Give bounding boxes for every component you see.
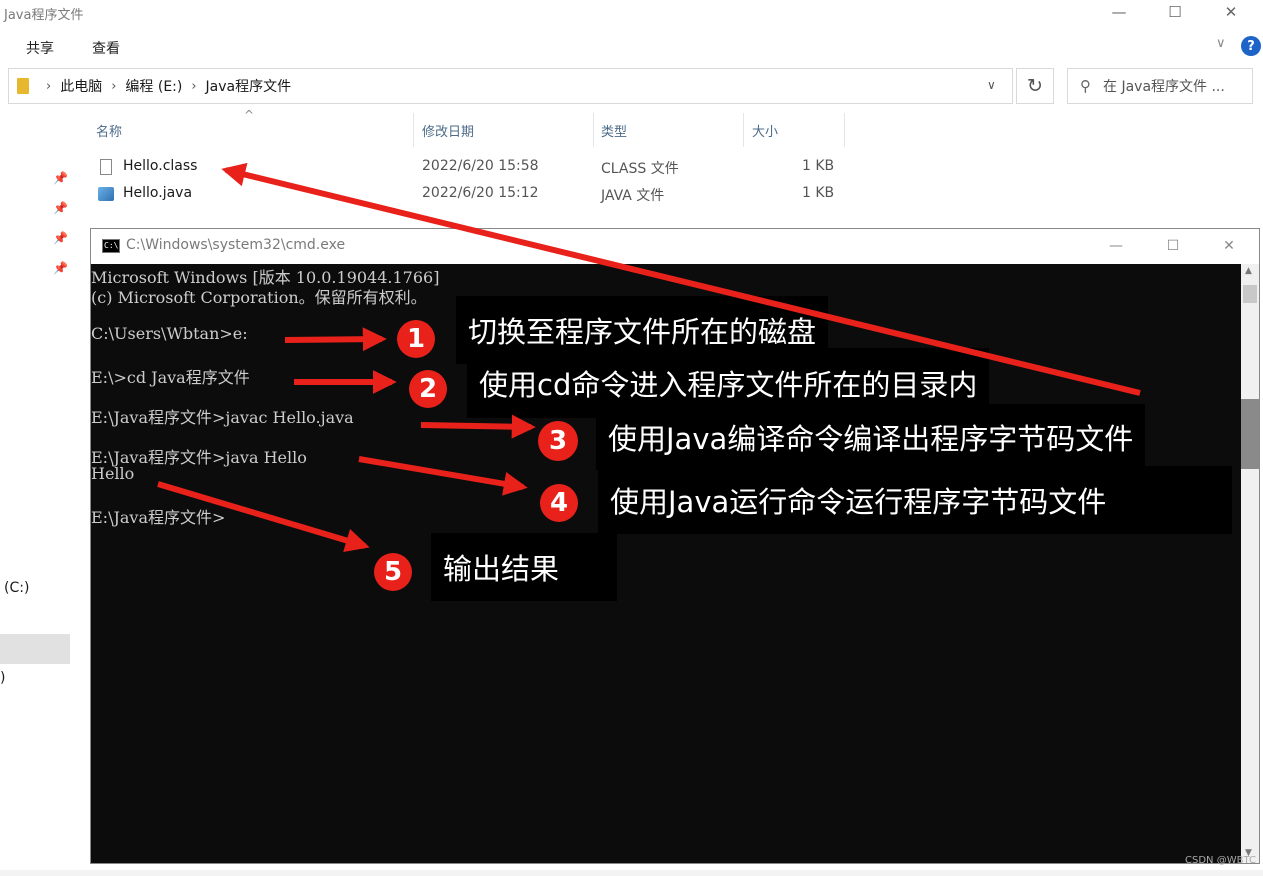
arrow-step-1 xyxy=(284,327,387,352)
taskbar-edge xyxy=(0,870,1263,876)
arrow-step-4 xyxy=(358,456,528,496)
step-badge-5: 5 xyxy=(374,553,412,591)
step-badge-2: 2 xyxy=(409,370,447,408)
arrow-step-3 xyxy=(420,414,536,439)
step-badge-4: 4 xyxy=(540,484,578,522)
arrow-step-5 xyxy=(157,481,370,552)
annotation-arrows xyxy=(157,162,1141,552)
watermark: CSDN @WBTC xyxy=(1185,855,1256,866)
step-badge-3: 3 xyxy=(538,421,578,461)
arrow-to-class-file xyxy=(221,162,1141,396)
step-badge-1: 1 xyxy=(397,320,435,358)
